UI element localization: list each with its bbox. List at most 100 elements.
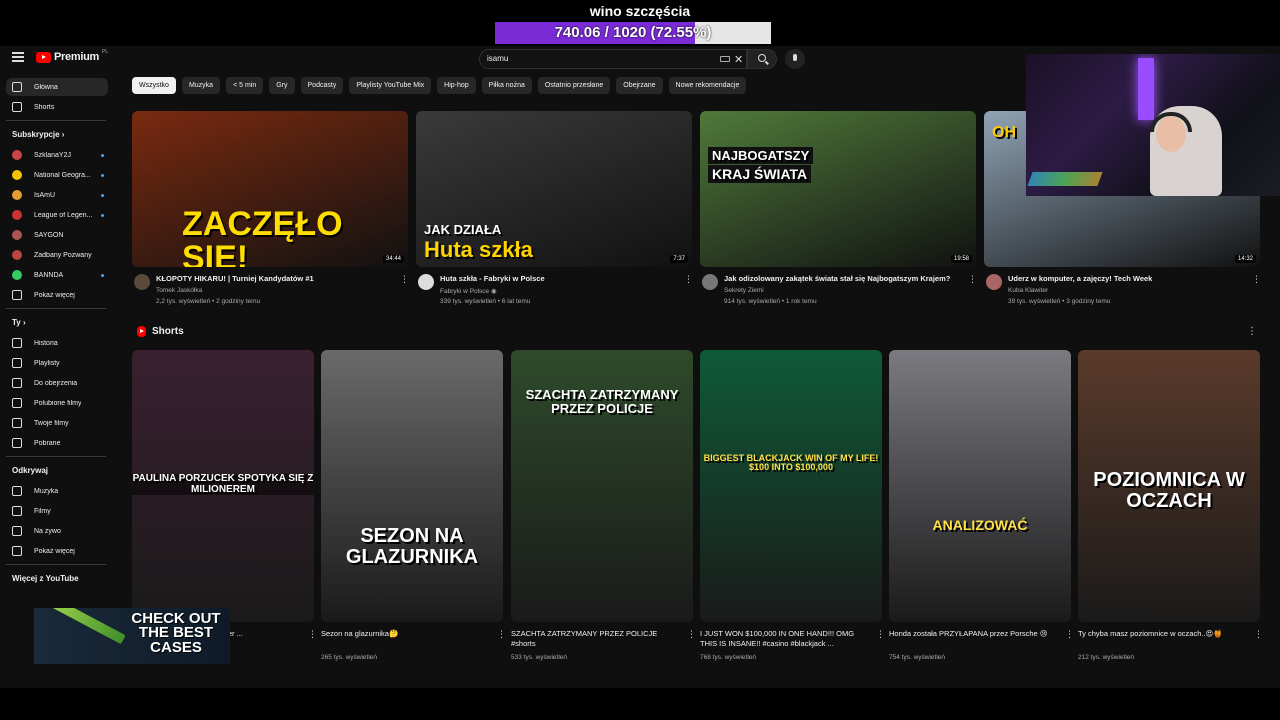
sidebar-section-heading[interactable]: Odkrywaj <box>12 466 48 475</box>
sidebar-item-label: Do obejrzenia <box>34 379 78 387</box>
channel-avatar[interactable] <box>418 274 434 290</box>
shorts-shelf-menu-icon[interactable]: ⋮ <box>1247 326 1257 337</box>
search-input-value[interactable]: isamu <box>487 54 508 63</box>
sidebar-item[interactable]: Zadbany Pozwany <box>6 246 108 264</box>
goal-progress-bar: 740.06 / 1020 (72.55%) <box>495 22 771 44</box>
sidebar-item[interactable]: Shorts <box>6 98 108 116</box>
sidebar-item[interactable]: Twoje filmy <box>6 414 108 432</box>
keyboard-icon[interactable] <box>720 56 730 62</box>
filter-chip[interactable]: Playlisty YouTube Mix <box>349 77 432 94</box>
video-duration: 14:32 <box>1234 255 1256 263</box>
more-options-icon[interactable]: ⋮ <box>1252 274 1261 285</box>
short-thumbnail[interactable]: ANALIZOWAĆ <box>889 350 1071 622</box>
more-options-icon[interactable]: ⋮ <box>1254 629 1263 640</box>
video-thumbnail[interactable]: JAK DZIAŁA Huta szkła 7:37 <box>416 111 692 267</box>
more-options-icon[interactable]: ⋮ <box>687 629 696 640</box>
sidebar-item[interactable]: Polubione filmy <box>6 394 108 412</box>
short-thumbnail[interactable]: PAULINA PORZUCEK SPOTYKA SIĘ Z MILIONERE… <box>132 350 314 622</box>
short-title[interactable]: Ty chyba masz poziomnice w oczach..😍🍯 <box>1078 629 1246 639</box>
more-options-icon[interactable]: ⋮ <box>497 629 506 640</box>
filter-chip[interactable]: Piłka nożna <box>481 77 532 94</box>
sidebar-item[interactable]: Historia <box>6 334 108 352</box>
sidebar-item[interactable]: Pokaż więcej <box>6 286 108 304</box>
channel-avatar[interactable] <box>134 274 150 290</box>
short-thumbnail[interactable]: POZIOMNICA W OCZACH <box>1078 350 1260 622</box>
youtube-premium-logo[interactable]: Premium PL <box>36 49 108 63</box>
sidebar-item[interactable]: Główna <box>6 78 108 96</box>
filter-chip[interactable]: Podcasty <box>300 77 344 94</box>
channel-avatar[interactable] <box>986 274 1002 290</box>
video-thumbnail[interactable]: ZACZĘŁO SIĘ! 34:44 <box>132 111 408 267</box>
more-options-icon[interactable]: ⋮ <box>876 629 885 640</box>
sidebar-item[interactable]: SAYGON <box>6 226 108 244</box>
sidebar-section-heading[interactable]: Ty › <box>12 318 26 327</box>
short-card[interactable]: BIGGEST BLACKJACK WIN OF MY LIFE! $100 I… <box>700 350 885 662</box>
more-options-icon[interactable]: ⋮ <box>400 274 409 285</box>
filter-chip[interactable]: < 5 min <box>226 77 264 94</box>
more-options-icon[interactable]: ⋮ <box>684 274 693 285</box>
video-thumbnail[interactable]: NAJBOGATSZY KRAJ ŚWIATA 19:58 <box>700 111 976 267</box>
sidebar-section-heading[interactable]: Subskrypcje › <box>12 130 64 139</box>
voice-search-button[interactable] <box>785 49 805 69</box>
sidebar-item[interactable]: IsAmU <box>6 186 108 204</box>
video-duration: 34:44 <box>382 255 404 263</box>
channel-name[interactable]: Fabryki w Polsce ◉ <box>440 287 497 295</box>
short-card[interactable]: SEZON NA GLAZURNIKA Sezon na glazurnika🤔 2… <box>321 350 506 662</box>
sidebar-item[interactable]: League of Legen... <box>6 206 108 224</box>
sidebar-item[interactable]: SzklanaY2J <box>6 146 108 164</box>
short-card[interactable]: ANALIZOWAĆ Honda została PRZYŁAPANA przez… <box>889 350 1074 662</box>
video-title[interactable]: Huta szkła - Fabryki w Polsce <box>440 274 680 283</box>
sidebar-item[interactable]: National Geogra... <box>6 166 108 184</box>
filter-chip[interactable]: Wszystko <box>132 77 176 94</box>
search-input[interactable]: isamu ✕ <box>479 49 747 69</box>
playlist-icon <box>12 358 22 368</box>
short-thumbnail[interactable]: SEZON NA GLAZURNIKA <box>321 350 503 622</box>
sidebar-item[interactable]: BANNDA <box>6 266 108 284</box>
streamer-webcam <box>1026 54 1280 196</box>
video-title[interactable]: Uderz w komputer, a zajęczy! Tech Week <box>1008 274 1248 283</box>
filter-chip[interactable]: Ostatnio przesłane <box>537 77 611 94</box>
sidebar-item[interactable]: Filmy <box>6 502 108 520</box>
video-title[interactable]: Jak odizolowany zakątek świata stał się … <box>724 274 964 283</box>
more-options-icon[interactable]: ⋮ <box>1065 629 1074 640</box>
filter-chip[interactable]: Nowe rekomendacje <box>668 77 747 94</box>
channel-name[interactable]: Tomek Jaskółka <box>156 287 202 294</box>
sidebar-item[interactable]: Pobrane <box>6 434 108 452</box>
filter-chip[interactable]: Gry <box>269 77 295 94</box>
search-button[interactable] <box>747 49 777 69</box>
stream-goal-overlay: wino szczęścia 740.06 / 1020 (72.55%) <box>0 0 1280 46</box>
video-card[interactable]: NAJBOGATSZY KRAJ ŚWIATA 19:58 Jak odizolowa… <box>700 111 977 311</box>
channel-name[interactable]: Kuba Klawiter <box>1008 287 1048 294</box>
short-card[interactable]: POZIOMNICA W OCZACH Ty chyba masz poziomn… <box>1078 350 1263 662</box>
short-title[interactable]: SZACHTA ZATRZYMANY PRZEZ POLICJE #shorts <box>511 629 679 649</box>
short-thumbnail[interactable]: BIGGEST BLACKJACK WIN OF MY LIFE! $100 I… <box>700 350 882 622</box>
sidebar-item[interactable]: Pokaż więcej <box>6 542 108 560</box>
filter-chip[interactable]: Hip-hop <box>437 77 476 94</box>
filter-chip[interactable]: Obejrzane <box>616 77 663 94</box>
sidebar-item-label: Filmy <box>34 507 51 515</box>
short-card[interactable]: SZACHTA ZATRZYMANY PRZEZ POLICJE SZACHTA … <box>511 350 696 662</box>
clear-icon[interactable]: ✕ <box>734 53 743 66</box>
video-card[interactable]: JAK DZIAŁA Huta szkła 7:37 Huta szkła - Fab… <box>416 111 693 311</box>
sidebar-item[interactable]: Playlisty <box>6 354 108 372</box>
short-thumbnail[interactable]: SZACHTA ZATRZYMANY PRZEZ POLICJE <box>511 350 693 622</box>
short-title[interactable]: Honda została PRZYŁAPANA przez Porsche 😢 <box>889 629 1057 639</box>
sidebar-section-heading[interactable]: Więcej z YouTube <box>12 574 79 583</box>
filter-chip[interactable]: Muzyka <box>181 77 221 94</box>
sidebar-item[interactable]: Na żywo <box>6 522 108 540</box>
menu-icon[interactable] <box>12 52 24 62</box>
knife-graphic <box>50 608 126 645</box>
channel-avatar[interactable] <box>702 274 718 290</box>
video-title[interactable]: KŁOPOTY HIKARU! | Turniej Kandydatów #1 <box>156 274 396 283</box>
more-options-icon[interactable]: ⋮ <box>308 629 317 640</box>
sidebar-item[interactable]: Do obejrzenia <box>6 374 108 392</box>
video-card[interactable]: ZACZĘŁO SIĘ! 34:44 KŁOPOTY HIKARU! | Turni… <box>132 111 409 311</box>
sidebar-item[interactable]: Muzyka <box>6 482 108 500</box>
channel-name[interactable]: Sekrety Ziemi <box>724 287 764 294</box>
short-title[interactable]: I JUST WON $100,000 IN ONE HAND!!! OMG T… <box>700 629 868 649</box>
thumbnail-title: ZACZĘŁO SIĘ! <box>182 205 343 267</box>
short-title[interactable]: Sezon na glazurnika🤔 <box>321 629 489 639</box>
channel-avatar <box>12 190 22 200</box>
sidebar-item-label: Pokaż więcej <box>34 547 75 555</box>
more-options-icon[interactable]: ⋮ <box>968 274 977 285</box>
